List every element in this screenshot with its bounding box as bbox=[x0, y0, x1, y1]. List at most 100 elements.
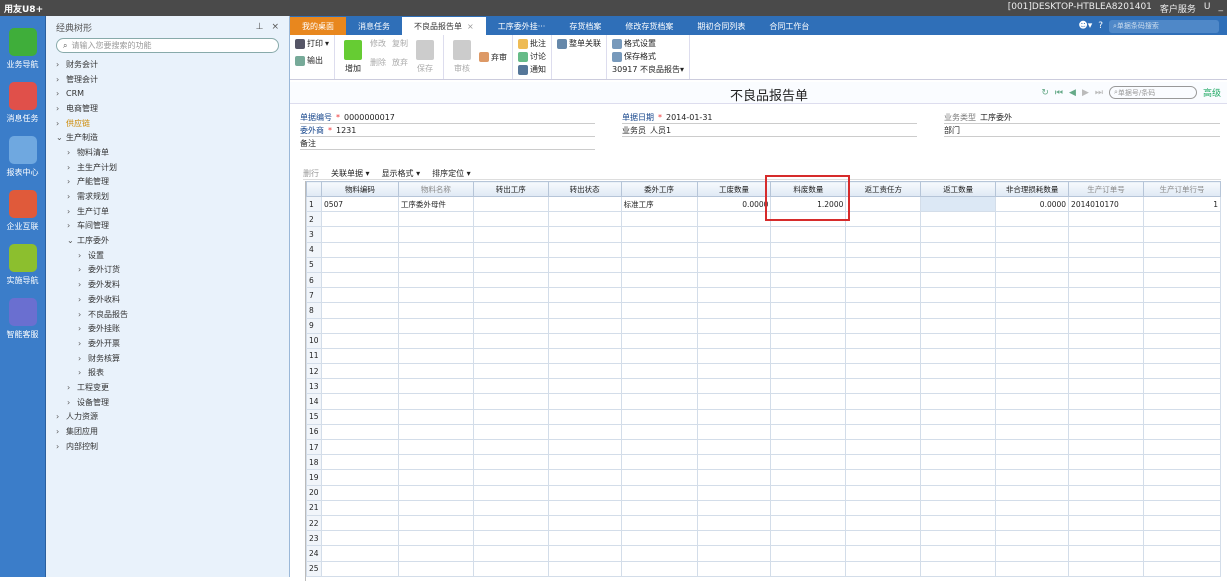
table-cell[interactable] bbox=[547, 363, 622, 380]
table-cell[interactable] bbox=[696, 499, 772, 516]
note-field[interactable]: 备注 bbox=[300, 138, 595, 150]
table-cell[interactable] bbox=[770, 408, 847, 425]
table-cell[interactable] bbox=[320, 514, 399, 532]
table-cell[interactable] bbox=[1068, 423, 1144, 441]
table-cell[interactable] bbox=[1143, 514, 1221, 532]
tab-1[interactable]: 消息任务 bbox=[346, 17, 402, 35]
table-cell[interactable] bbox=[620, 469, 698, 486]
table-row[interactable]: 17 bbox=[306, 438, 1221, 456]
table-cell[interactable] bbox=[320, 378, 399, 395]
table-row[interactable]: 24 bbox=[306, 545, 1221, 562]
table-cell[interactable] bbox=[620, 560, 698, 577]
table-cell[interactable] bbox=[696, 332, 772, 349]
tree-node[interactable]: › 财务核算 bbox=[56, 351, 289, 366]
table-cell[interactable] bbox=[845, 438, 922, 456]
table-cell[interactable] bbox=[620, 438, 698, 456]
table-cell[interactable] bbox=[472, 347, 549, 365]
table-cell[interactable] bbox=[320, 560, 399, 577]
table-row[interactable]: 23 bbox=[306, 530, 1221, 547]
table-cell[interactable] bbox=[1068, 332, 1144, 349]
save-format-button[interactable]: 保存格式 bbox=[612, 51, 684, 62]
table-cell[interactable] bbox=[472, 271, 549, 289]
table-cell[interactable] bbox=[472, 423, 549, 441]
tree-node[interactable]: › 物料清单 bbox=[56, 145, 289, 160]
tab-3[interactable]: 工序委外挂··· bbox=[486, 17, 558, 35]
table-cell[interactable] bbox=[696, 287, 772, 304]
table-cell[interactable] bbox=[845, 302, 922, 319]
table-row[interactable]: 16 bbox=[306, 423, 1221, 441]
copy-button[interactable]: 复制 bbox=[392, 38, 408, 49]
table-cell[interactable] bbox=[845, 378, 922, 395]
table-cell[interactable] bbox=[920, 332, 997, 349]
table-cell[interactable] bbox=[1143, 211, 1221, 228]
table-cell[interactable] bbox=[845, 332, 922, 349]
table-cell[interactable] bbox=[472, 484, 549, 501]
table-cell[interactable] bbox=[845, 469, 922, 486]
table-cell[interactable] bbox=[845, 514, 922, 532]
table-cell[interactable] bbox=[397, 438, 474, 456]
table-cell[interactable] bbox=[547, 302, 622, 319]
table-cell[interactable] bbox=[397, 317, 474, 334]
table-cell[interactable] bbox=[995, 423, 1070, 441]
table-cell[interactable] bbox=[995, 378, 1070, 395]
table-cell[interactable] bbox=[770, 484, 847, 501]
table-cell[interactable] bbox=[472, 363, 549, 380]
table-cell[interactable] bbox=[547, 241, 622, 258]
table-cell[interactable] bbox=[920, 226, 997, 243]
table-cell[interactable] bbox=[696, 347, 772, 365]
table-cell[interactable] bbox=[320, 332, 399, 349]
table-cell[interactable]: 0.0000 bbox=[995, 195, 1070, 213]
table-cell[interactable] bbox=[1143, 484, 1221, 501]
table-cell[interactable] bbox=[547, 454, 622, 471]
table-cell[interactable] bbox=[1143, 393, 1221, 410]
close-icon[interactable]: × bbox=[271, 22, 279, 32]
display-format-dropdown[interactable]: 显示格式 ▾ bbox=[382, 168, 421, 179]
table-cell[interactable] bbox=[770, 393, 847, 410]
document-search-input[interactable]: ⌕ 单据号/条码 bbox=[1108, 86, 1197, 99]
table-cell[interactable] bbox=[547, 438, 622, 456]
table-cell[interactable] bbox=[696, 393, 772, 410]
table-cell[interactable] bbox=[320, 211, 399, 228]
table-cell[interactable] bbox=[620, 347, 698, 365]
notify-button[interactable]: 通知 bbox=[518, 64, 546, 75]
column-header[interactable]: 委外工序 bbox=[620, 181, 698, 197]
table-cell[interactable] bbox=[995, 469, 1070, 486]
table-cell[interactable] bbox=[547, 499, 622, 516]
table-row[interactable]: 15 bbox=[306, 408, 1221, 425]
table-cell[interactable] bbox=[547, 226, 622, 243]
table-row[interactable]: 8 bbox=[306, 302, 1221, 319]
table-cell[interactable] bbox=[920, 241, 997, 258]
abandon-audit-button[interactable]: 弃审 bbox=[479, 38, 507, 76]
table-cell[interactable] bbox=[1143, 530, 1221, 547]
table-row[interactable]: 3 bbox=[306, 226, 1221, 243]
table-cell[interactable] bbox=[696, 226, 772, 243]
nav-5[interactable]: 智能客服 bbox=[0, 298, 45, 340]
refresh-icon[interactable]: ↻ bbox=[1041, 88, 1049, 98]
table-cell[interactable] bbox=[1068, 438, 1144, 456]
table-cell[interactable] bbox=[1143, 347, 1221, 365]
table-cell[interactable] bbox=[696, 514, 772, 532]
advanced-link[interactable]: 高级 bbox=[1203, 86, 1221, 99]
table-cell[interactable] bbox=[845, 226, 922, 243]
table-cell[interactable] bbox=[320, 484, 399, 501]
table-cell[interactable] bbox=[397, 393, 474, 410]
column-header[interactable]: 转出工序 bbox=[472, 181, 549, 197]
table-cell[interactable] bbox=[620, 332, 698, 349]
table-cell[interactable] bbox=[397, 287, 474, 304]
annotate-button[interactable]: 批注 bbox=[518, 38, 546, 49]
table-cell[interactable] bbox=[1143, 256, 1221, 273]
table-cell[interactable] bbox=[696, 271, 772, 289]
table-cell[interactable] bbox=[696, 469, 772, 486]
table-cell[interactable] bbox=[995, 332, 1070, 349]
table-cell[interactable] bbox=[397, 241, 474, 258]
table-cell[interactable] bbox=[620, 287, 698, 304]
table-cell[interactable] bbox=[397, 545, 474, 562]
tab-5[interactable]: 修改存货档案 bbox=[613, 17, 685, 35]
table-cell[interactable] bbox=[770, 530, 847, 547]
table-cell[interactable] bbox=[320, 226, 399, 243]
column-header[interactable]: 非合理损耗数量 bbox=[995, 181, 1070, 197]
table-cell[interactable] bbox=[547, 271, 622, 289]
table-cell[interactable] bbox=[472, 195, 549, 213]
table-cell[interactable] bbox=[845, 545, 922, 562]
customer-service-button[interactable]: 客户服务 bbox=[1160, 2, 1196, 15]
